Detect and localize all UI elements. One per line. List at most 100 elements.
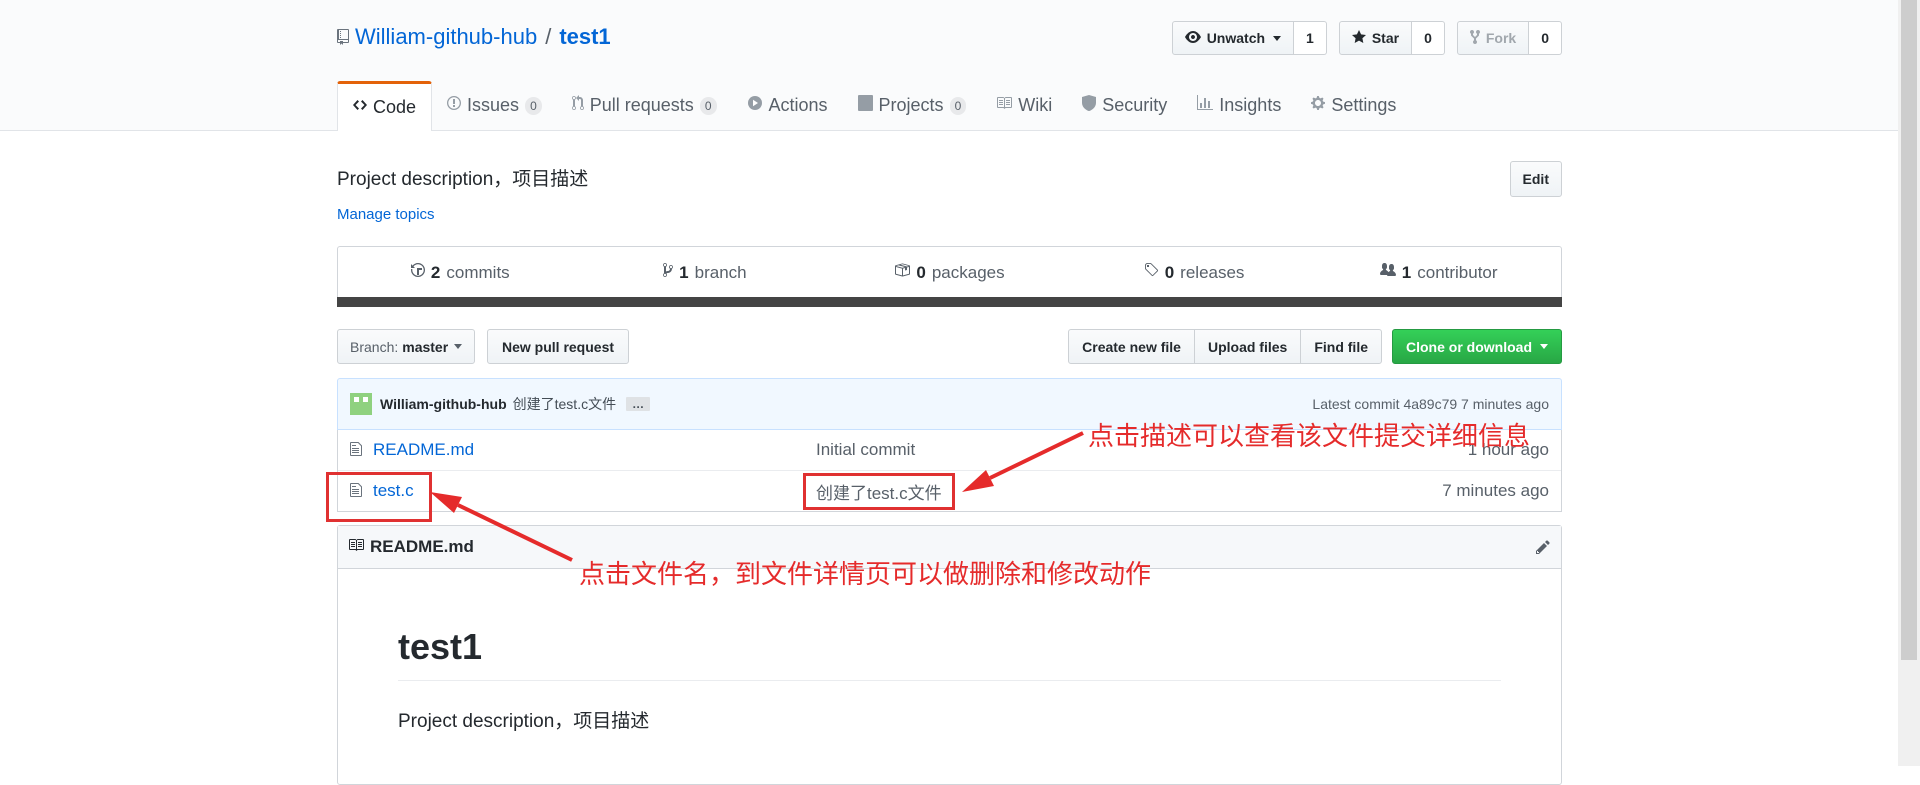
- repo-actions: Unwatch 1 Star 0 Fork 0: [1171, 21, 1562, 55]
- tab-label: Insights: [1219, 95, 1282, 115]
- chevron-down-icon: [1540, 344, 1548, 349]
- tab-label: Projects: [878, 95, 944, 115]
- commits-count: 2: [430, 262, 441, 282]
- manage-topics-link[interactable]: Manage topics: [337, 206, 435, 223]
- readme-heading: test1: [398, 626, 1501, 681]
- packages-count: 0: [916, 262, 926, 282]
- releases-label: releases: [1180, 262, 1245, 282]
- file-button-group: Create new file Upload files Find file: [1068, 329, 1382, 364]
- tab-projects[interactable]: Projects 0: [843, 81, 982, 130]
- issue-icon: [447, 95, 462, 116]
- readme-body: Project description，项目描述: [398, 711, 650, 732]
- latest-commit-info: Latest commit 4a89c79 7 minutes ago: [1312, 396, 1549, 412]
- tab-label: Wiki: [1018, 95, 1053, 115]
- projects-counter: 0: [949, 96, 967, 115]
- tab-label: Settings: [1331, 95, 1397, 115]
- create-new-file-button[interactable]: Create new file: [1068, 329, 1195, 364]
- fork-label: Fork: [1485, 30, 1517, 46]
- star-label: Star: [1371, 30, 1400, 46]
- star-button[interactable]: Star: [1338, 21, 1413, 55]
- file-name-link[interactable]: README.md: [373, 440, 474, 460]
- commit-message-link[interactable]: 创建了test.c文件: [513, 394, 616, 414]
- repo-container: William-github-hub / test1 Unwatch 1 Sta…: [337, 0, 1562, 785]
- branch-select-button[interactable]: Branch: master: [337, 329, 476, 364]
- fork-button[interactable]: Fork: [1456, 21, 1530, 55]
- upload-files-button[interactable]: Upload files: [1193, 329, 1302, 364]
- repo-icon: [337, 29, 349, 45]
- tab-settings[interactable]: Settings: [1296, 81, 1411, 130]
- packages-label: packages: [931, 262, 1005, 282]
- tab-label: Issues: [467, 95, 520, 115]
- package-icon: [894, 262, 911, 283]
- clone-label: Clone or download: [1406, 338, 1532, 355]
- unwatch-label: Unwatch: [1206, 30, 1266, 46]
- star-count[interactable]: 0: [1412, 21, 1445, 55]
- chevron-down-icon: [1273, 35, 1282, 41]
- tab-insights[interactable]: Insights: [1182, 81, 1296, 130]
- branch-label: branch: [694, 262, 747, 282]
- history-icon: [410, 262, 425, 283]
- repo-nav-tabs: Code Issues 0 Pull requests 0 Actions Pr…: [337, 81, 1411, 131]
- tab-actions[interactable]: Actions: [732, 81, 843, 130]
- tab-label: Security: [1102, 95, 1168, 115]
- file-icon: [350, 441, 362, 462]
- contributors-count: 1: [1401, 262, 1412, 282]
- pencil-icon[interactable]: [1535, 539, 1551, 555]
- file-age: 7 minutes ago: [1442, 481, 1549, 500]
- repo-name-link[interactable]: test1: [559, 24, 610, 50]
- tab-pull-requests[interactable]: Pull requests 0: [557, 81, 732, 130]
- chevron-down-icon: [454, 344, 463, 349]
- edit-description-button[interactable]: Edit: [1509, 161, 1562, 197]
- file-actions: Create new file Upload files Find file C…: [1068, 329, 1562, 364]
- latest-commit-label: Latest commit: [1312, 396, 1400, 412]
- fork-group: Fork 0: [1456, 21, 1562, 55]
- commit-author-link[interactable]: William-github-hub: [380, 396, 507, 412]
- watch-count[interactable]: 1: [1294, 21, 1327, 55]
- book-icon: [348, 537, 364, 558]
- shield-icon: [1082, 95, 1097, 116]
- fork-icon: [1469, 29, 1480, 48]
- repo-separator: /: [545, 24, 552, 49]
- language-bar[interactable]: [337, 297, 1562, 307]
- avatar[interactable]: [350, 393, 372, 415]
- tab-code[interactable]: Code: [337, 81, 433, 131]
- tab-security[interactable]: Security: [1067, 81, 1182, 130]
- commit-age: 7 minutes ago: [1461, 396, 1549, 412]
- scrollbar-thumb[interactable]: [1901, 0, 1917, 660]
- repo-title: William-github-hub / test1: [337, 24, 611, 50]
- graph-icon: [1197, 95, 1214, 116]
- scrollbar[interactable]: [1898, 0, 1920, 766]
- contributors-label: contributor: [1417, 262, 1498, 282]
- star-icon: [1351, 29, 1366, 48]
- tab-label: Actions: [768, 95, 828, 115]
- file-navigation: Branch: master New pull request Create n…: [337, 329, 1562, 364]
- repo-owner-link[interactable]: William-github-hub: [355, 24, 537, 50]
- gear-icon: [1311, 95, 1326, 116]
- new-pull-request-button[interactable]: New pull request: [487, 329, 630, 364]
- annotation-top-note: 点击描述可以查看该文件提交详细信息: [1088, 421, 1531, 451]
- pull-request-icon: [571, 95, 584, 116]
- branch-icon: [663, 262, 674, 283]
- commit-sha-link[interactable]: 4a89c79: [1403, 396, 1457, 412]
- readme-filename: README.md: [370, 537, 474, 556]
- commits-label: commits: [446, 262, 510, 282]
- find-file-button[interactable]: Find file: [1300, 329, 1382, 364]
- tab-wiki[interactable]: Wiki: [981, 81, 1067, 130]
- tab-issues[interactable]: Issues 0: [432, 81, 557, 130]
- tag-icon: [1144, 262, 1159, 283]
- repo-description: Project description，项目描述: [337, 169, 589, 190]
- releases-count: 0: [1164, 262, 1175, 282]
- branch-name: master: [402, 338, 449, 355]
- file-commit-message-link[interactable]: Initial commit: [816, 440, 915, 460]
- play-icon: [747, 95, 763, 116]
- star-group: Star 0: [1338, 21, 1445, 55]
- branch-count: 1: [679, 262, 689, 282]
- fork-count[interactable]: 0: [1529, 21, 1562, 55]
- unwatch-button[interactable]: Unwatch: [1171, 21, 1295, 55]
- watch-group: Unwatch 1: [1171, 21, 1327, 55]
- issues-counter: 0: [525, 96, 542, 115]
- clone-or-download-button[interactable]: Clone or download: [1392, 329, 1562, 364]
- book-icon: [996, 95, 1013, 116]
- expand-commit-button[interactable]: …: [626, 397, 651, 411]
- tab-label: Pull requests: [589, 95, 694, 115]
